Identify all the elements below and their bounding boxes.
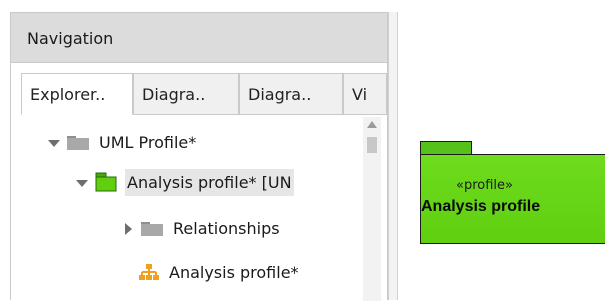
package-name: Analysis profile [421, 198, 541, 215]
package-tab [420, 141, 472, 155]
diagram-icon [139, 263, 159, 281]
tree-item-relationships[interactable]: Relationships [121, 213, 282, 243]
tab-explorer[interactable]: Explorer.. [21, 73, 133, 115]
tree-item-label: Analysis profile* [UN [125, 168, 294, 196]
navigation-title: Navigation [27, 29, 114, 48]
navigation-tabs: Explorer.. Diagra.. Diagra.. Vi [11, 73, 387, 115]
tree-scrollbar[interactable] [363, 117, 381, 301]
top-edge [0, 0, 605, 12]
tree-item-label: UML Profile* [99, 132, 197, 152]
green-package-icon [95, 172, 117, 192]
gray-folder-icon [67, 134, 89, 150]
expand-down-icon[interactable] [47, 135, 61, 149]
panel-splitter[interactable] [388, 12, 398, 300]
scroll-thumb[interactable] [367, 137, 377, 153]
tree-item-label: Relationships [173, 218, 280, 238]
navigation-panel: Navigation Explorer.. Diagra.. Diagra.. … [10, 12, 388, 301]
tree-item-label: Analysis profile* [169, 262, 299, 282]
tab-diagrams-1[interactable]: Diagra.. [133, 73, 239, 115]
scroll-up-icon[interactable] [367, 121, 377, 128]
explorer-tree: UML Profile* Analysis profile* [UN Relat… [11, 117, 363, 301]
navigation-header[interactable]: Navigation [11, 13, 387, 63]
tab-diagrams-2[interactable]: Diagra.. [239, 73, 343, 115]
tab-vi[interactable]: Vi [343, 73, 387, 115]
package-stereotype: «profile» [456, 178, 513, 193]
gray-folder-icon [141, 220, 163, 236]
expand-down-icon[interactable] [75, 175, 89, 189]
tree-item-uml-profile[interactable]: UML Profile* [47, 127, 198, 157]
expand-right-icon[interactable] [121, 221, 135, 235]
tree-item-analysis-profile-diagram[interactable]: Analysis profile* [139, 257, 301, 287]
tree-item-analysis-profile[interactable]: Analysis profile* [UN [75, 167, 294, 197]
